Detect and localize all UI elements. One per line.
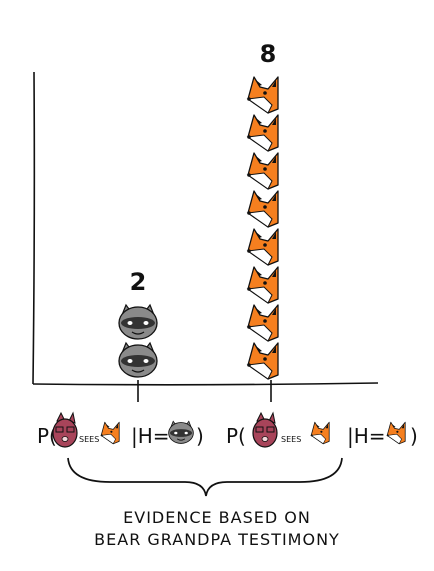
curly-brace <box>67 457 343 497</box>
x-axis <box>32 382 379 386</box>
fox-icon <box>310 421 330 445</box>
icon-stacks <box>118 76 279 380</box>
prob-prefix: P( <box>226 424 246 448</box>
fox-icon <box>246 342 279 380</box>
given-text: |H= <box>131 424 170 448</box>
fox-icon <box>246 266 279 304</box>
tick-label-fox: P( SEES |H= ) <box>226 412 418 448</box>
caption-line-1: EVIDENCE BASED ON <box>123 508 311 527</box>
sees-word: SEES <box>79 435 99 444</box>
prob-suffix: ) <box>410 424 418 448</box>
value-label: 8 <box>260 40 277 68</box>
fox-icon <box>100 421 120 445</box>
fox-icon <box>246 76 279 114</box>
raccoon-icon <box>118 342 158 378</box>
caption-line-2: BEAR GRANDPA TESTIMONY <box>94 530 340 549</box>
prob-suffix: ) <box>196 424 204 448</box>
bear-grandpa-icon <box>252 412 278 448</box>
bear-grandpa-icon <box>52 412 78 448</box>
y-axis <box>32 71 36 385</box>
raccoon-icon <box>168 420 194 444</box>
given-text: |H= <box>347 424 386 448</box>
sees-word: SEES <box>281 435 301 444</box>
fox-icon <box>246 228 279 266</box>
fox-icon <box>246 114 279 152</box>
tick-label-raccoon: P( SEES |H= ) <box>37 412 204 448</box>
value-label: 2 <box>130 268 147 296</box>
fox-icon <box>246 190 279 228</box>
fox-icon <box>386 421 406 445</box>
raccoon-icon <box>118 304 158 340</box>
chart: 2 8 P( SEES |H= ) P( SEES |H= ) <box>32 40 418 497</box>
fox-icon <box>246 304 279 342</box>
fox-icon <box>246 152 279 190</box>
